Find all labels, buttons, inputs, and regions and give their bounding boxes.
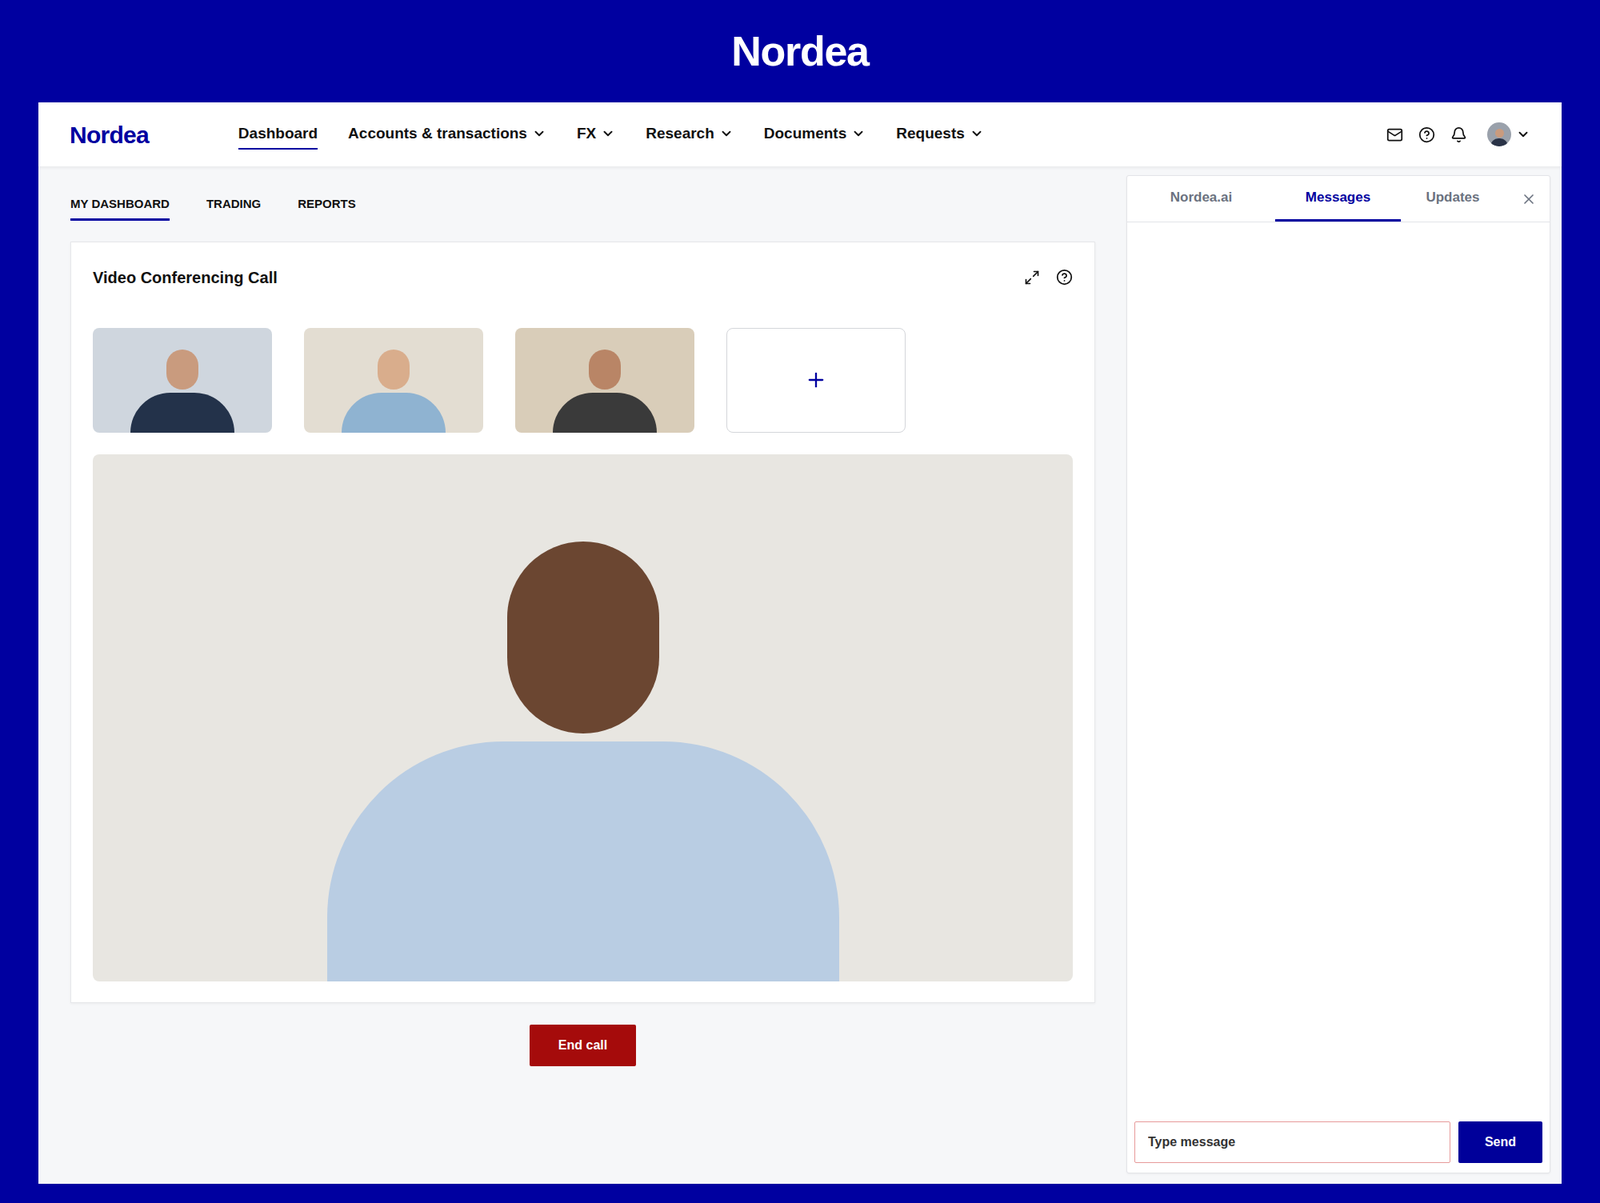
message-composer: Send (1127, 1121, 1550, 1173)
sub-tab[interactable]: MY DASHBOARD (70, 195, 170, 221)
close-icon[interactable] (1520, 191, 1537, 208)
message-input[interactable] (1134, 1121, 1451, 1164)
card-title: Video Conferencing Call (92, 268, 278, 288)
send-button[interactable]: Send (1458, 1121, 1543, 1164)
participant-thumbnail[interactable] (515, 328, 695, 433)
bell-icon[interactable] (1450, 126, 1468, 144)
plus-icon (804, 368, 828, 392)
person-figure (92, 454, 1073, 982)
chevron-down-icon (532, 126, 547, 141)
panel-tab[interactable]: Messages (1275, 176, 1401, 222)
nav-item[interactable]: FX (576, 119, 616, 151)
person-figure (92, 328, 272, 433)
panel-tab[interactable]: Nordea.ai (1127, 176, 1276, 222)
banner: Nordea (38, 0, 1562, 103)
main-column: MY DASHBOARD TRADING REPORTS Video Conferen… (70, 166, 1096, 1184)
chevron-down-icon (851, 126, 866, 141)
chevron-down-icon (600, 126, 616, 141)
nav-item[interactable]: Research (645, 119, 734, 151)
person-figure (515, 328, 695, 433)
end-call-button[interactable]: End call (529, 1024, 636, 1067)
sub-tab[interactable]: REPORTS (297, 195, 356, 221)
panel-tab[interactable]: Updates (1400, 176, 1505, 222)
nav-menu: Dashboard Accounts & transactions FX Resear… (238, 119, 984, 151)
mail-icon[interactable] (1386, 126, 1404, 144)
card-header: Video Conferencing Call (92, 268, 1073, 288)
top-nav: Nordea Dashboard Accounts & transactions FX… (38, 102, 1562, 167)
avatar-icon (1487, 122, 1512, 147)
nav-logo[interactable]: Nordea (69, 116, 149, 153)
nav-item[interactable]: Dashboard (238, 119, 318, 151)
participant-thumbnail[interactable] (304, 328, 484, 433)
sub-tabs: MY DASHBOARD TRADING REPORTS (70, 166, 1096, 221)
page: Nordea Nordea Dashboard Accounts & transact… (0, 0, 1600, 1203)
content: MY DASHBOARD TRADING REPORTS Video Conferen… (38, 166, 1562, 1184)
nav-item[interactable]: Documents (764, 119, 866, 151)
banner-logo: Nordea (731, 20, 868, 83)
chevron-down-icon (1516, 127, 1531, 142)
main-video (92, 454, 1073, 982)
expand-icon[interactable] (1024, 269, 1040, 286)
person-figure (304, 328, 484, 433)
app-frame: Nordea Dashboard Accounts & transactions FX… (38, 102, 1562, 1184)
nav-actions (1386, 122, 1531, 147)
nav-item[interactable]: Requests (896, 119, 984, 151)
messages-area (1127, 222, 1550, 1122)
add-participant-button[interactable] (726, 328, 906, 433)
video-card: Video Conferencing Call (70, 241, 1096, 1004)
profile-menu[interactable] (1487, 122, 1531, 147)
panel-tabs: Nordea.aiMessagesUpdates (1127, 176, 1550, 223)
participant-thumbnail[interactable] (92, 328, 272, 433)
help-icon[interactable] (1418, 126, 1436, 144)
sub-tab[interactable]: TRADING (206, 195, 261, 221)
side-panel: Nordea.aiMessagesUpdates Send (1126, 175, 1551, 1174)
nav-item[interactable]: Accounts & transactions (348, 119, 547, 151)
chevron-down-icon (719, 126, 734, 141)
help-icon[interactable] (1056, 268, 1073, 286)
participants (92, 328, 1073, 433)
chevron-down-icon (969, 126, 984, 141)
